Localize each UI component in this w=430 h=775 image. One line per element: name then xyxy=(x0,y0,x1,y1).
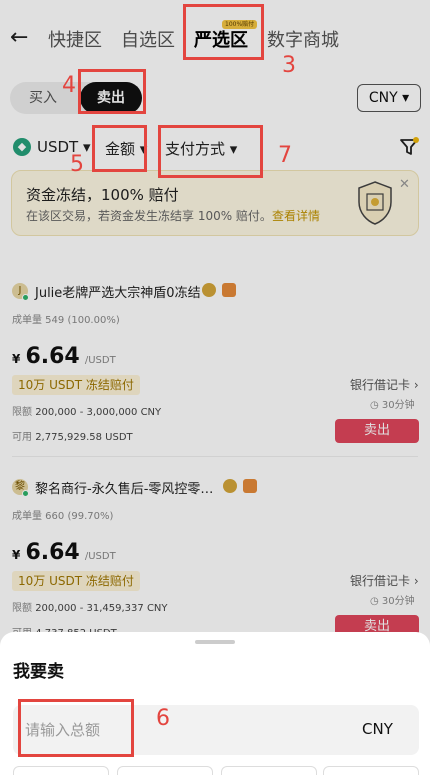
clock-icon: ◷ xyxy=(370,400,379,411)
merchant-name[interactable]: Julie老牌严选大宗神盾0冻结 xyxy=(35,282,201,301)
gold-merchant-badge-icon xyxy=(202,283,216,297)
time-limit-value: 30分钟 xyxy=(381,400,415,411)
close-icon[interactable]: ✕ xyxy=(399,177,410,192)
available-value: 2,775,929.58 USDT xyxy=(35,432,133,443)
limit-label: 限额 xyxy=(12,603,32,614)
time-limit-value: 30分钟 xyxy=(381,596,415,607)
time-limit: ◷ 30分钟 xyxy=(370,396,415,411)
shield-icon xyxy=(358,181,392,225)
currency-symbol: ¥ xyxy=(12,352,21,366)
annotation-box-3 xyxy=(183,4,264,60)
shield-merchant-badge-icon xyxy=(222,283,236,297)
order-stats: 成单量 549 (100.00%) xyxy=(12,315,120,326)
available-row: 可用 2,775,929.58 USDT xyxy=(12,428,133,443)
available-label: 可用 xyxy=(12,432,32,443)
price-unit: /USDT xyxy=(84,355,116,366)
annotation-box-6 xyxy=(18,699,134,757)
divider xyxy=(12,456,418,457)
back-arrow-icon[interactable]: ← xyxy=(10,24,34,52)
usdt-coin-icon: ◆ xyxy=(13,138,31,156)
currency-select[interactable]: CNY ▾ xyxy=(357,84,421,112)
clock-icon: ◷ xyxy=(370,596,379,607)
quick-amount-chip[interactable] xyxy=(323,766,419,775)
price-value: 6.64 xyxy=(25,540,80,565)
order-stats: 成单量 660 (99.70%) xyxy=(12,511,114,522)
guarantee-tag: 10万 USDT 冻结赔付 xyxy=(12,571,140,591)
banner-subtitle: 在该区交易，若资金发生冻结享 100% 赔付。查看详情 xyxy=(26,207,320,224)
limit-value: 200,000 - 31,459,337 CNY xyxy=(35,603,168,614)
sheet-title: 我要卖 xyxy=(13,662,64,682)
sheet-grabber-handle[interactable] xyxy=(195,640,235,644)
merchant-name[interactable]: 黎名商行-永久售后-零风控零… xyxy=(35,478,213,497)
online-status-dot xyxy=(22,294,29,301)
quick-amount-chip[interactable] xyxy=(221,766,317,775)
payment-method[interactable]: 银行借记卡 › xyxy=(350,572,419,589)
time-limit: ◷ 30分钟 xyxy=(370,592,415,607)
annotation-number-6: 6 xyxy=(156,706,170,731)
guarantee-tag: 10万 USDT 冻结赔付 xyxy=(12,375,140,395)
annotation-number-5: 5 xyxy=(70,152,84,177)
price-block: ¥ 6.64 /USDT xyxy=(12,540,116,565)
sell-button[interactable]: 卖出 xyxy=(335,419,419,443)
payment-method[interactable]: 银行借记卡 › xyxy=(350,376,419,393)
price-unit: /USDT xyxy=(84,551,116,562)
limit-row: 限额 200,000 - 31,459,337 CNY xyxy=(12,599,168,614)
annotation-box-5 xyxy=(92,125,147,172)
banner-title: 资金冻结，100% 赔付 xyxy=(26,186,179,204)
annotation-box-7 xyxy=(158,125,263,178)
price-value: 6.64 xyxy=(25,344,80,369)
annotation-box-4 xyxy=(78,69,146,114)
amount-currency-label: CNY xyxy=(362,720,393,738)
tab-quick[interactable]: 快捷区 xyxy=(48,26,102,52)
gold-merchant-badge-icon xyxy=(223,479,237,493)
buy-tab[interactable]: 买入 xyxy=(18,82,68,114)
banner-details-link[interactable]: 查看详情 xyxy=(272,209,320,223)
annotation-number-7: 7 xyxy=(278,143,292,168)
online-status-dot xyxy=(22,490,29,497)
banner-subtitle-text: 在该区交易，若资金发生冻结享 100% 赔付。 xyxy=(26,209,272,223)
currency-symbol: ¥ xyxy=(12,548,21,562)
quick-amount-chip[interactable] xyxy=(13,766,109,775)
limit-value: 200,000 - 3,000,000 CNY xyxy=(35,407,162,418)
annotation-number-4: 4 xyxy=(62,73,76,98)
price-block: ¥ 6.64 /USDT xyxy=(12,344,116,369)
quick-amount-chip[interactable] xyxy=(117,766,213,775)
shield-merchant-badge-icon xyxy=(243,479,257,493)
filter-funnel-icon[interactable] xyxy=(398,136,420,158)
tab-custom[interactable]: 自选区 xyxy=(121,26,175,52)
limit-row: 限额 200,000 - 3,000,000 CNY xyxy=(12,403,161,418)
annotation-number-3: 3 xyxy=(282,53,296,78)
limit-label: 限额 xyxy=(12,407,32,418)
tab-digital-mall[interactable]: 数字商城 xyxy=(267,26,339,52)
